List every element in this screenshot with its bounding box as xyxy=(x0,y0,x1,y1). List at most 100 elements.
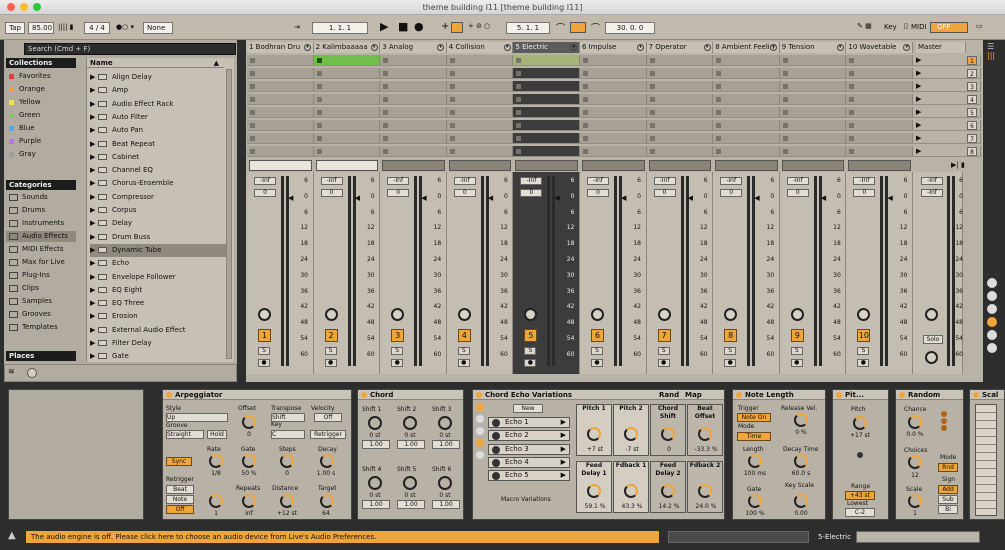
length-knob[interactable] xyxy=(748,454,762,468)
clip-slot[interactable] xyxy=(779,120,847,131)
groove-select[interactable]: None xyxy=(143,22,173,34)
scene-slot[interactable]: ▶ 8 xyxy=(913,146,981,157)
clip-stop-icon[interactable] xyxy=(649,97,655,102)
clip-stop-icon[interactable] xyxy=(716,149,722,154)
browser-item[interactable]: ▶ Corpus xyxy=(90,204,226,217)
retrigger-off-button[interactable]: Off xyxy=(166,505,194,514)
clip-slot[interactable] xyxy=(846,55,913,66)
macro-control[interactable]: Fdback 1 43.3 % xyxy=(613,461,649,513)
distance-knob[interactable] xyxy=(280,494,294,508)
stop-icon[interactable]: ■ xyxy=(398,20,408,33)
macro-control[interactable]: Pitch 2 -7 st xyxy=(613,404,649,456)
scene-number[interactable]: 5 xyxy=(967,108,977,117)
clip-stop-icon[interactable] xyxy=(449,71,455,76)
clip-stop-icon[interactable] xyxy=(849,97,855,102)
scene-number[interactable]: 6 xyxy=(967,121,977,130)
device-drop-area[interactable] xyxy=(8,389,144,520)
expand-arrow-icon[interactable]: ▶ xyxy=(90,297,98,310)
hold-button[interactable]: Hold xyxy=(207,430,227,439)
clip-stop-icon[interactable] xyxy=(716,123,722,128)
sub-button[interactable]: Sub xyxy=(938,495,958,504)
browser-item[interactable]: ▶ Drum Buss xyxy=(90,231,226,244)
chain-play-icon[interactable]: ▶ xyxy=(561,418,566,427)
chain-item[interactable]: Echo 5 ▶ xyxy=(488,470,570,482)
arm-icon[interactable]: ● xyxy=(657,359,670,367)
clip-slot[interactable] xyxy=(846,146,913,157)
loop-switch-icon[interactable] xyxy=(570,22,586,33)
clip-stop-icon[interactable] xyxy=(583,136,588,141)
loop-length-field[interactable]: 30. 0. 0 xyxy=(605,22,655,34)
computer-keyboard-icon[interactable]: ▯ xyxy=(904,22,908,30)
window-controls[interactable] xyxy=(7,3,41,11)
category-item[interactable]: Templates xyxy=(6,322,58,333)
scene-number[interactable]: 1 xyxy=(967,56,977,65)
sync-button[interactable]: Sync xyxy=(166,457,192,466)
clip-slot[interactable] xyxy=(646,94,714,105)
chain-item[interactable]: Echo 2 ▶ xyxy=(488,430,570,442)
clip-stop-icon[interactable] xyxy=(849,110,855,115)
clip-slot[interactable] xyxy=(313,120,381,131)
tempo-field[interactable]: 85.00 xyxy=(28,22,54,34)
clip-slot[interactable] xyxy=(713,120,780,131)
macro-knob[interactable] xyxy=(661,484,675,498)
clip-slot[interactable] xyxy=(513,146,580,157)
chain-item[interactable]: Echo 1 ▶ xyxy=(488,417,570,428)
clip-slot[interactable] xyxy=(646,146,714,157)
clip-stop-icon[interactable] xyxy=(316,97,322,102)
pan-readout[interactable]: 0 xyxy=(653,189,676,197)
cpu-off-indicator[interactable]: OFF xyxy=(930,22,968,33)
solo-button[interactable]: S xyxy=(524,347,537,355)
clip-slot[interactable] xyxy=(779,55,847,66)
scene-play-icon[interactable]: ▶ xyxy=(916,108,921,116)
range-field[interactable]: +43 st xyxy=(845,491,875,500)
scene-slot[interactable]: ▶ 2 xyxy=(913,68,981,79)
scene-number[interactable]: 2 xyxy=(967,69,977,78)
clip-stop-icon[interactable] xyxy=(449,58,455,63)
scene-play-icon[interactable]: ▶ xyxy=(916,95,921,103)
clip-stop-icon[interactable] xyxy=(649,149,655,154)
pan-readout[interactable]: 0 xyxy=(520,189,543,197)
preview-toggle-icon[interactable] xyxy=(27,368,37,378)
pan-readout[interactable]: 0 xyxy=(853,189,876,197)
map-button[interactable]: Map xyxy=(685,390,702,399)
chord-shift-knob[interactable] xyxy=(368,476,382,490)
macro-control[interactable]: Fdback 2 24.0 % xyxy=(687,461,723,513)
clip-slot[interactable] xyxy=(713,146,780,157)
expand-arrow-icon[interactable]: ▶ xyxy=(90,350,98,363)
clip-stop-icon[interactable] xyxy=(250,149,255,154)
clip-slot[interactable] xyxy=(247,68,314,79)
macro-knob[interactable] xyxy=(698,427,712,441)
clip-slot[interactable] xyxy=(380,81,447,92)
macro-control[interactable]: Feed Delay 2 14.2 % xyxy=(650,461,686,513)
decay-knob[interactable] xyxy=(320,454,334,468)
volume-fader-handle[interactable]: ◀ xyxy=(821,194,826,202)
expand-arrow-icon[interactable]: ▶ xyxy=(90,138,98,151)
pan-readout[interactable]: 0 xyxy=(453,189,476,197)
clip-stop-icon[interactable] xyxy=(383,110,389,115)
collection-item[interactable]: Orange xyxy=(6,84,45,95)
pan-knob[interactable] xyxy=(258,308,271,321)
clip-stop-icon[interactable] xyxy=(583,123,588,128)
browser-item[interactable]: ▶ Filter Delay xyxy=(90,337,226,350)
clip-slot[interactable] xyxy=(580,133,647,144)
clip-slot[interactable] xyxy=(247,81,314,92)
solo-button[interactable]: S xyxy=(724,347,737,355)
browser-item[interactable]: ▶ Cabinet xyxy=(90,151,226,164)
chain-activator-icon[interactable] xyxy=(492,419,500,427)
clip-stop-icon[interactable] xyxy=(516,123,522,128)
arm-icon[interactable]: ● xyxy=(258,359,270,367)
clip-slot[interactable] xyxy=(580,55,647,66)
scene-number[interactable]: 4 xyxy=(967,95,977,104)
io-toggle-icon[interactable] xyxy=(987,278,997,288)
track-fold-icon[interactable]: ▾ xyxy=(503,44,511,51)
scene-slot[interactable]: ▶ 5 xyxy=(913,107,981,118)
rack-side-icons[interactable] xyxy=(476,403,485,478)
waveform-icon[interactable]: ≋ xyxy=(8,367,15,376)
scene-slot[interactable]: ▶ 4 xyxy=(913,94,981,105)
clip-slot[interactable] xyxy=(646,81,714,92)
volume-readout[interactable]: -Inf xyxy=(653,177,676,185)
pitch-knob[interactable] xyxy=(853,416,867,430)
category-item[interactable]: Audio Effects xyxy=(6,231,76,242)
clip-slot[interactable] xyxy=(779,81,847,92)
master-solo-button[interactable]: Solo xyxy=(923,335,943,344)
